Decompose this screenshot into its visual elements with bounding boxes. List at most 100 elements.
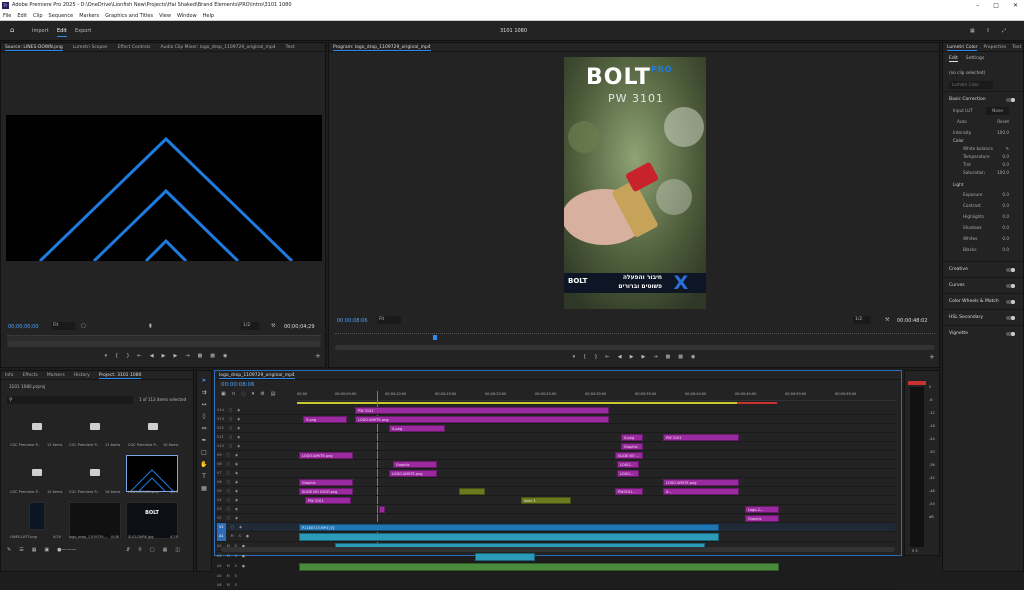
project-item-9[interactable]: SLID-DARK.jpg: [128, 535, 153, 539]
clip-logo-white-3[interactable]: LOGO-WHITE.png: [389, 470, 437, 477]
meter-solo[interactable]: S S: [912, 549, 918, 553]
shadows-value[interactable]: 0.0: [1002, 222, 1009, 233]
project-item-1[interactable]: CGC Premiere P...: [10, 443, 40, 447]
program-fit-select[interactable]: Fit: [377, 316, 401, 324]
go-to-out-icon[interactable]: ⇥: [185, 353, 189, 359]
clip-pw3101[interactable]: PW 3101: [355, 407, 609, 414]
curves-section[interactable]: Curves: [943, 277, 1023, 293]
program-scrubber[interactable]: [335, 333, 935, 339]
go-to-in-icon[interactable]: ⇤: [138, 353, 142, 359]
tab-properties[interactable]: Properties: [983, 43, 1006, 51]
project-item-7[interactable]: LINES-LEFT.png: [10, 535, 37, 539]
tab-markers[interactable]: Markers: [47, 371, 65, 379]
new-bin-icon[interactable]: □: [150, 547, 155, 553]
lock-icon[interactable]: ▢: [227, 514, 230, 523]
vignette-section[interactable]: Vignette: [943, 325, 1023, 341]
overwrite-icon[interactable]: ▩: [210, 353, 215, 359]
program-forward-icon[interactable]: ▶: [641, 354, 645, 360]
selection-tool-icon[interactable]: ➤: [201, 377, 206, 384]
mark-in-icon[interactable]: {: [115, 353, 118, 359]
project-item-8[interactable]: logo_drop_1109729...: [69, 535, 107, 539]
eye-icon[interactable]: ◉: [235, 478, 238, 487]
color-wheels-section[interactable]: Color Wheels & Match: [943, 293, 1023, 309]
trash-icon[interactable]: ◫: [175, 547, 180, 553]
lock-icon[interactable]: ▢: [227, 451, 230, 460]
pencil-icon[interactable]: ✎: [7, 547, 11, 553]
sort-icon[interactable]: ⇵: [126, 547, 130, 553]
program-play-icon[interactable]: ▶: [630, 354, 634, 360]
snap-icon[interactable]: ∩: [232, 391, 236, 397]
solo-icon[interactable]: S: [235, 562, 237, 571]
lock-icon[interactable]: ▢: [227, 505, 230, 514]
eye-icon[interactable]: ◉: [235, 460, 238, 469]
list-view-icon[interactable]: ☰: [19, 547, 23, 553]
clip-graphic-4[interactable]: Graphic: [745, 515, 779, 522]
eye-icon[interactable]: ◉: [237, 424, 240, 433]
clip-audio-a1[interactable]: [299, 533, 719, 541]
lock-icon[interactable]: ▢: [229, 433, 232, 442]
tab-effects[interactable]: Effects: [23, 371, 38, 379]
add-marker-timeline-icon[interactable]: ▾: [252, 391, 255, 397]
tab-text[interactable]: Text: [286, 43, 295, 51]
icon-view-icon[interactable]: ▦: [32, 547, 37, 553]
source-timecode[interactable]: 00;00;00;00: [8, 324, 39, 330]
menu-help[interactable]: Help: [203, 11, 214, 20]
whites-value[interactable]: 0.0: [1002, 233, 1009, 244]
clip-audio-a3[interactable]: [475, 553, 535, 561]
project-item-3[interactable]: CGC Premiere P...: [128, 443, 158, 447]
folder-icon[interactable]: [32, 423, 42, 430]
clip-lines3[interactable]: lines 3: [521, 497, 571, 504]
tab-effect-controls[interactable]: Effect Controls: [118, 43, 151, 51]
work-area-bar[interactable]: [297, 402, 777, 404]
nest-icon[interactable]: ▣: [221, 391, 226, 397]
menu-edit[interactable]: Edit: [17, 11, 27, 20]
program-export-frame-icon[interactable]: ◉: [691, 354, 695, 360]
lines-left-thumbnail[interactable]: [29, 502, 45, 530]
program-tab[interactable]: Program: logo_drop_1109729_original_mp4: [333, 43, 431, 51]
blacks-value[interactable]: 0.0: [1002, 244, 1009, 255]
program-playhead[interactable]: [433, 335, 437, 340]
step-back-icon[interactable]: ◀: [150, 353, 154, 359]
marker-icon[interactable]: ▮: [149, 323, 152, 329]
lock-icon[interactable]: ▢: [227, 469, 230, 478]
hand-tool-icon[interactable]: ✋: [200, 461, 207, 468]
menu-window[interactable]: Window: [177, 11, 197, 20]
program-out-icon[interactable]: }: [594, 354, 597, 360]
clip-p1180-main[interactable]: P1180713.MP4 [V]: [299, 524, 719, 531]
eye-icon[interactable]: ◉: [235, 451, 238, 460]
slip-tool-icon[interactable]: ⇔: [201, 425, 206, 432]
program-go-out-icon[interactable]: ⇥: [653, 354, 657, 360]
maximize-icon[interactable]: □: [993, 0, 999, 11]
eye-icon[interactable]: ◉: [237, 415, 240, 424]
play-icon[interactable]: ▶: [162, 353, 166, 359]
creative-toggle[interactable]: [1006, 268, 1015, 272]
mark-out-icon[interactable]: }: [126, 353, 129, 359]
add-marker-icon[interactable]: ▾: [105, 353, 108, 359]
hsl-toggle[interactable]: [1006, 316, 1015, 320]
add-button-icon[interactable]: +: [315, 352, 321, 360]
clip-graphic-3[interactable]: Graphic: [299, 479, 353, 486]
lock-icon[interactable]: ▢: [229, 424, 232, 433]
new-item-icon[interactable]: ▦: [163, 547, 168, 553]
program-resolution-select[interactable]: 1/2: [853, 316, 871, 324]
source-fit-select[interactable]: Fit: [51, 322, 75, 330]
eye-icon[interactable]: ◉: [235, 514, 238, 523]
project-item-5[interactable]: CGC Premiere P...: [69, 490, 99, 494]
temperature-value[interactable]: 0.0: [1002, 153, 1009, 161]
export-frame-icon[interactable]: ◉: [223, 353, 227, 359]
solo-icon[interactable]: S: [235, 581, 237, 590]
mic-icon[interactable]: ●: [242, 552, 245, 561]
program-timecode[interactable]: 00:00:08:06: [337, 318, 368, 324]
menu-markers[interactable]: Markers: [79, 11, 99, 20]
source-resolution-select[interactable]: 1/2: [241, 322, 259, 330]
folder-icon[interactable]: [148, 423, 158, 430]
ripple-edit-tool-icon[interactable]: ↔: [201, 401, 206, 408]
mute-icon[interactable]: M: [227, 562, 230, 571]
source-scroll[interactable]: [7, 341, 321, 347]
menu-file[interactable]: File: [3, 11, 11, 20]
clip-logo[interactable]: LOGO...: [617, 461, 639, 468]
eye-icon[interactable]: ◉: [235, 505, 238, 514]
timeline-settings-icon[interactable]: ⚙: [260, 391, 264, 397]
razor-tool-icon[interactable]: ◊: [203, 413, 206, 420]
auto-button[interactable]: Auto: [957, 115, 967, 129]
